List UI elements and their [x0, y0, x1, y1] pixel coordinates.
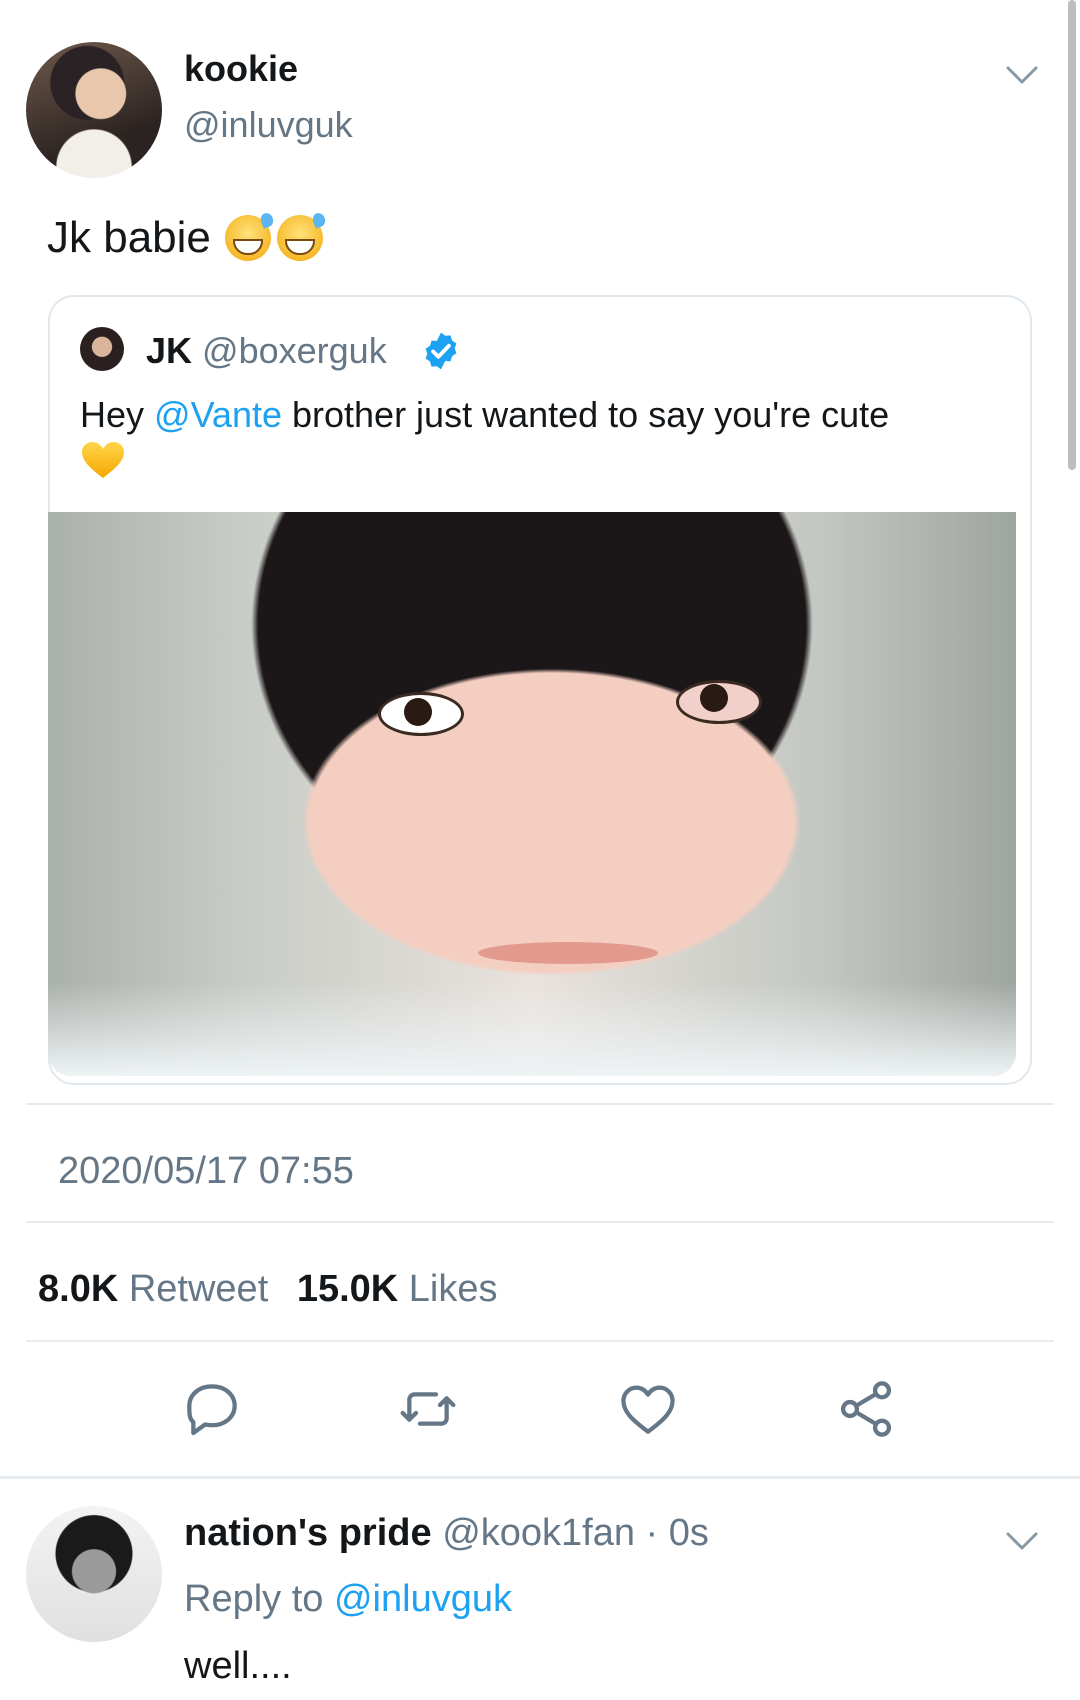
retweet-count[interactable]: 8.0K — [38, 1268, 118, 1310]
reply-author-handle[interactable]: @kook1fan — [442, 1512, 635, 1554]
reply-header: nation's pride @kook1fan · 0s — [184, 1512, 709, 1555]
author-name[interactable]: kookie — [184, 48, 298, 90]
like-icon[interactable] — [616, 1377, 680, 1441]
tweet-text-content: Jk babie — [47, 213, 211, 262]
quoted-text-after: brother just wanted to say you're cute — [281, 394, 890, 435]
quoted-author-handle: @boxerguk — [202, 330, 387, 371]
reply-separator: · — [635, 1512, 669, 1554]
quoted-author-line: JK @boxerguk — [146, 330, 387, 372]
grinning-sweat-emoji-icon — [276, 215, 323, 261]
divider — [26, 1103, 1054, 1105]
photo-pupil-left — [404, 698, 432, 726]
reply-icon[interactable] — [180, 1377, 244, 1441]
photo-mouth — [478, 942, 658, 964]
chevron-down-icon[interactable] — [1005, 64, 1039, 86]
quoted-text-before: Hey — [80, 394, 155, 435]
reply-time: 0s — [668, 1512, 709, 1554]
share-icon[interactable] — [834, 1377, 898, 1441]
retweet-icon[interactable] — [396, 1377, 460, 1441]
scrollbar[interactable] — [1068, 0, 1076, 470]
tweet-text: Jk babie — [47, 213, 323, 263]
chevron-down-icon[interactable] — [1005, 1530, 1039, 1552]
yellow-heart-emoji-icon — [82, 442, 124, 478]
quoted-tweet-text: Hey @Vante brother just wanted to say yo… — [80, 390, 1010, 493]
author-avatar[interactable] — [26, 42, 162, 178]
quoted-tweet-photo[interactable] — [48, 512, 1016, 1076]
reply-author-avatar[interactable] — [26, 1506, 162, 1642]
quoted-mention-link[interactable]: @Vante — [154, 394, 282, 435]
author-handle[interactable]: @inluvguk — [184, 104, 353, 146]
photo-shirt — [48, 982, 1016, 1076]
likes-label[interactable]: Likes — [409, 1268, 498, 1310]
reply-text: well.... — [184, 1645, 292, 1687]
reply-to-handle-link[interactable]: @inluvguk — [334, 1578, 512, 1620]
photo-pupil-right — [700, 684, 728, 712]
retweet-label[interactable]: Retweet — [129, 1268, 268, 1310]
quoted-author-avatar — [80, 327, 124, 371]
section-separator — [0, 1476, 1080, 1479]
reply-author-name[interactable]: nation's pride — [184, 1512, 432, 1554]
likes-count[interactable]: 15.0K — [297, 1268, 398, 1310]
tweet-stats: 8.0K Retweet 15.0K Likes — [38, 1268, 516, 1311]
quoted-author-name: JK — [146, 330, 193, 371]
divider — [26, 1221, 1054, 1223]
verified-badge-icon — [425, 332, 457, 370]
reply-to-label: Reply to — [184, 1578, 334, 1620]
reply-to-line: Reply to @inluvguk — [184, 1578, 512, 1621]
grinning-sweat-emoji-icon — [224, 215, 271, 261]
tweet-timestamp: 2020/05/17 07:55 — [58, 1150, 354, 1192]
divider — [26, 1340, 1054, 1342]
